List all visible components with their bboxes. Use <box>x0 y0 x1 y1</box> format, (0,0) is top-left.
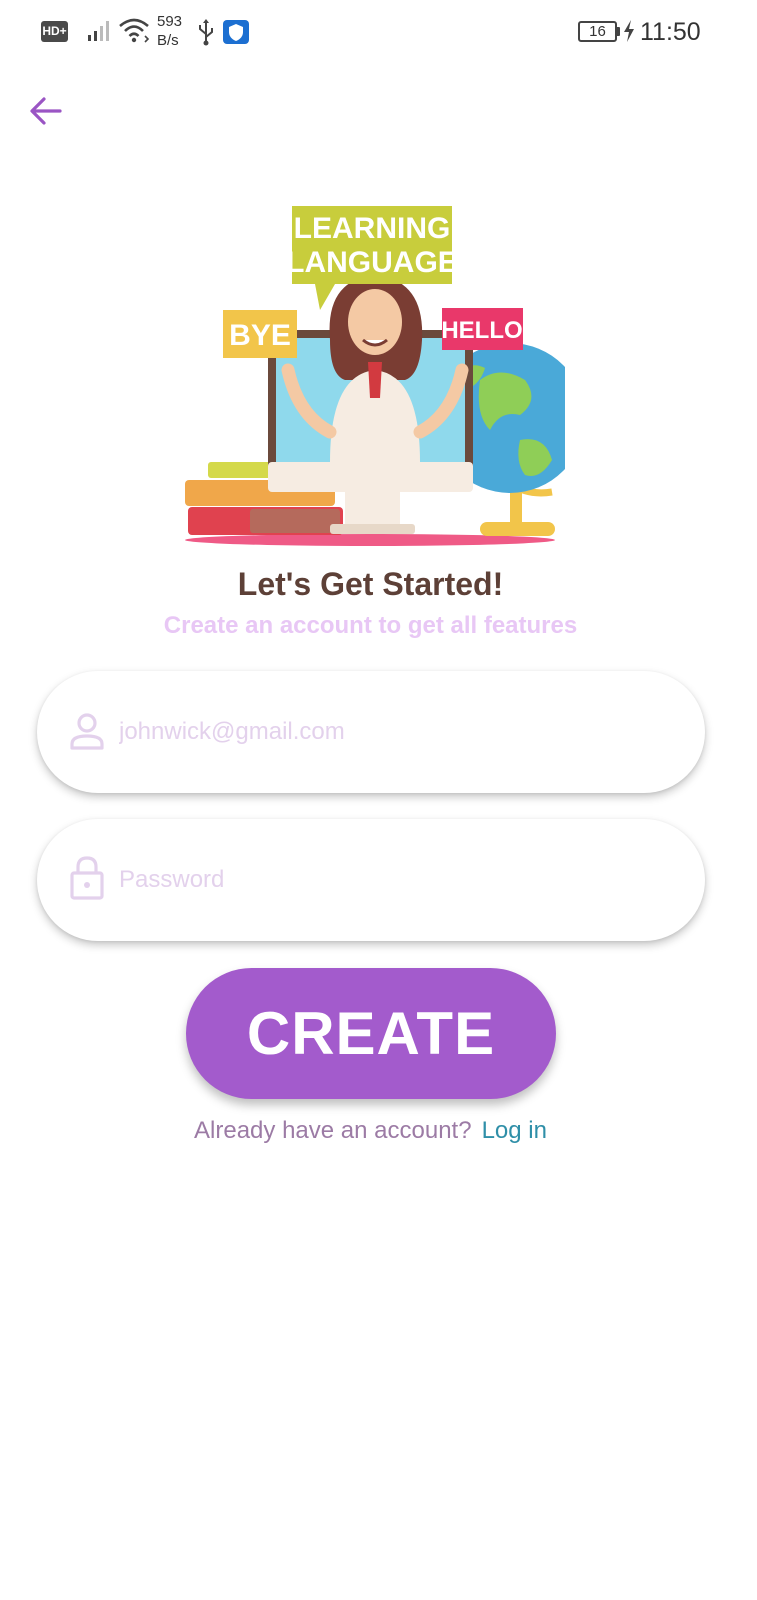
sign-main-line1: LEARNING <box>294 212 451 245</box>
lock-icon <box>70 856 104 900</box>
battery-tip <box>617 27 620 36</box>
status-bar: HD+ 593 B/s 16 11:50 <box>0 0 757 62</box>
signup-screen: HD+ 593 B/s 16 11:50 LEARNING LANGUAGE B… <box>0 0 757 1600</box>
wifi-icon <box>119 18 150 43</box>
usb-icon <box>199 19 213 46</box>
clock: 11:50 <box>640 18 701 46</box>
email-input[interactable] <box>119 709 679 755</box>
battery-indicator: 16 <box>578 21 617 42</box>
learning-language-illustration: LEARNING LANGUAGE BYE HELLO <box>185 206 565 546</box>
login-question: Already have an account? <box>194 1117 472 1144</box>
back-arrow-icon <box>30 97 62 125</box>
shield-icon <box>223 20 249 44</box>
bye-text: BYE <box>229 319 291 352</box>
sign-main-line2: LANGUAGE <box>286 246 458 279</box>
login-prompt: Already have an account? Log in <box>0 1114 741 1148</box>
hello-text: HELLO <box>441 317 522 344</box>
user-icon <box>70 713 104 750</box>
password-input[interactable] <box>119 857 679 903</box>
hd-badge: HD+ <box>41 21 68 42</box>
password-field[interactable] <box>37 819 705 941</box>
page-title: Let's Get Started! <box>237 566 504 602</box>
back-button[interactable] <box>22 88 70 134</box>
signal-icon <box>88 21 109 41</box>
network-speed: 593 B/s <box>157 12 191 50</box>
create-button[interactable]: CREATE <box>186 968 556 1099</box>
book <box>208 462 278 478</box>
page-subtitle: Create an account to get all features <box>163 612 578 639</box>
login-link[interactable]: Log in <box>482 1117 547 1144</box>
email-field[interactable] <box>37 671 705 793</box>
charging-bolt-icon <box>624 20 634 42</box>
network-speed-unit: B/s <box>157 32 179 49</box>
globe-base <box>480 522 555 536</box>
network-speed-value: 593 <box>157 13 183 30</box>
